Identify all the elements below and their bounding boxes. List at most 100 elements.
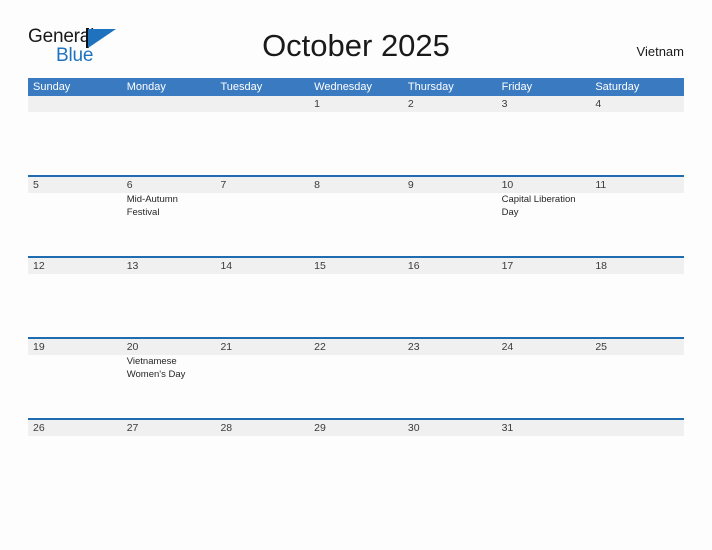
day-cell-empty [215, 96, 310, 175]
calendar-weeks: 1 2 3 4 5 6 Mid-Autumn Festival 7 8 9 10 Capital Li… [28, 96, 685, 499]
date-number: 2 [407, 98, 414, 110]
holiday-event: Capital Liberation Day [501, 194, 576, 218]
date-number: 28 [220, 422, 233, 434]
date-number: 4 [595, 98, 602, 110]
day-cell[interactable]: 1 [309, 96, 403, 175]
day-cell[interactable]: 24 [496, 339, 591, 418]
day-cell[interactable]: 12 [28, 258, 122, 337]
day-cell[interactable]: 5 [28, 177, 122, 256]
day-cell[interactable]: 9 [402, 177, 497, 256]
day-cell[interactable]: 10 Capital Liberation Day [496, 177, 591, 256]
day-cell[interactable]: 2 [402, 96, 497, 175]
calendar-week-cells: 5 6 Mid-Autumn Festival 7 8 9 10 Capital Libera… [28, 177, 685, 256]
day-cell[interactable]: 18 [590, 258, 685, 337]
weekday-header-monday: Monday [126, 81, 166, 93]
day-cell[interactable]: 4 [590, 96, 685, 175]
date-number: 3 [501, 98, 508, 110]
date-number: 22 [314, 341, 326, 353]
date-number: 20 [126, 341, 139, 353]
date-number: 11 [595, 179, 607, 191]
day-cell[interactable]: 15 [309, 258, 403, 337]
date-number: 27 [126, 422, 139, 434]
calendar-week-row: 5 6 Mid-Autumn Festival 7 8 9 10 Capital Libera… [28, 175, 685, 256]
day-cell[interactable]: 6 Mid-Autumn Festival [121, 177, 216, 256]
day-cell[interactable]: 21 [215, 339, 310, 418]
calendar-week-cells: 26 27 28 29 30 31 [28, 420, 685, 499]
day-cell[interactable]: 31 [496, 420, 591, 499]
calendar-week-row: 12 13 14 15 16 17 18 [28, 256, 685, 337]
date-band [28, 96, 122, 112]
day-cell[interactable]: 7 [215, 177, 310, 256]
date-number: 10 [501, 179, 514, 191]
calendar-week-cells: 1 2 3 4 [28, 96, 685, 175]
date-number: 16 [407, 260, 420, 272]
date-number: 7 [220, 179, 227, 191]
day-cell[interactable]: 27 [121, 420, 216, 499]
day-cell[interactable]: 17 [496, 258, 591, 337]
holiday-event: Vietnamese Women's Day [126, 356, 186, 380]
weekday-header-row: Sunday Monday Tuesday Wednesday Thursday… [28, 78, 684, 96]
day-cell[interactable]: 29 [309, 420, 403, 499]
weekday-header-tuesday: Tuesday [220, 81, 263, 93]
date-number: 8 [314, 179, 320, 191]
page-title: October 2025 [262, 28, 450, 63]
date-number: 24 [501, 341, 514, 353]
day-cell-empty [121, 96, 216, 175]
calendar-week-row: 19 20 Vietnamese Women's Day 21 22 23 24 25 [28, 337, 685, 418]
day-events: Capital Liberation Day [502, 194, 591, 219]
day-cell[interactable]: 8 [309, 177, 403, 256]
page-header: General Blue October 2025 Vietnam [28, 26, 684, 70]
date-number: 21 [220, 341, 233, 353]
date-number: 19 [33, 341, 45, 353]
date-band [121, 96, 216, 112]
day-cell[interactable]: 25 [590, 339, 685, 418]
date-number: 25 [595, 341, 607, 353]
date-number: 17 [501, 260, 514, 272]
date-number: 5 [33, 179, 39, 191]
day-cell-empty [28, 96, 122, 175]
date-number: 26 [33, 422, 45, 434]
calendar-week-cells: 12 13 14 15 16 17 18 [28, 258, 685, 337]
day-cell[interactable]: 26 [28, 420, 122, 499]
date-number: 31 [501, 422, 514, 434]
date-number: 6 [126, 179, 133, 191]
date-number: 30 [407, 422, 420, 434]
date-band [215, 96, 310, 112]
weekday-header-wednesday: Wednesday [314, 81, 373, 93]
calendar-week-row: 1 2 3 4 [28, 96, 685, 175]
day-cell[interactable]: 28 [215, 420, 310, 499]
weekday-header-friday: Friday [501, 81, 533, 93]
calendar-grid: Sunday Monday Tuesday Wednesday Thursday… [28, 78, 685, 499]
date-number: 14 [220, 260, 233, 272]
day-cell-empty [590, 420, 685, 499]
day-cell[interactable]: 30 [402, 420, 497, 499]
day-cell[interactable]: 22 [309, 339, 403, 418]
calendar-week-row: 26 27 28 29 30 31 [28, 418, 685, 499]
day-cell[interactable]: 13 [121, 258, 216, 337]
date-number: 23 [407, 341, 420, 353]
calendar-week-cells: 19 20 Vietnamese Women's Day 21 22 23 24 25 [28, 339, 685, 418]
date-number: 12 [33, 260, 45, 272]
day-cell[interactable]: 23 [402, 339, 497, 418]
date-number: 15 [314, 260, 326, 272]
day-cell[interactable]: 16 [402, 258, 497, 337]
country-label: Vietnam [636, 44, 684, 59]
day-cell[interactable]: 19 [28, 339, 122, 418]
date-number: 18 [595, 260, 607, 272]
date-band [590, 420, 685, 436]
weekday-header-saturday: Saturday [595, 81, 640, 93]
day-cell[interactable]: 3 [496, 96, 591, 175]
weekday-header-thursday: Thursday [407, 81, 454, 93]
day-cell[interactable]: 20 Vietnamese Women's Day [121, 339, 216, 418]
date-number: 9 [407, 179, 414, 191]
day-events: Vietnamese Women's Day [127, 356, 216, 381]
date-number: 13 [126, 260, 139, 272]
weekday-header-sunday: Sunday [33, 81, 71, 93]
holiday-event: Mid-Autumn Festival [126, 194, 178, 218]
day-cell[interactable]: 11 [590, 177, 685, 256]
day-cell[interactable]: 14 [215, 258, 310, 337]
date-number: 1 [314, 98, 320, 110]
calendar-page: General Blue October 2025 Vietnam Sunday… [0, 0, 712, 550]
date-number: 29 [314, 422, 326, 434]
day-events: Mid-Autumn Festival [127, 194, 216, 219]
